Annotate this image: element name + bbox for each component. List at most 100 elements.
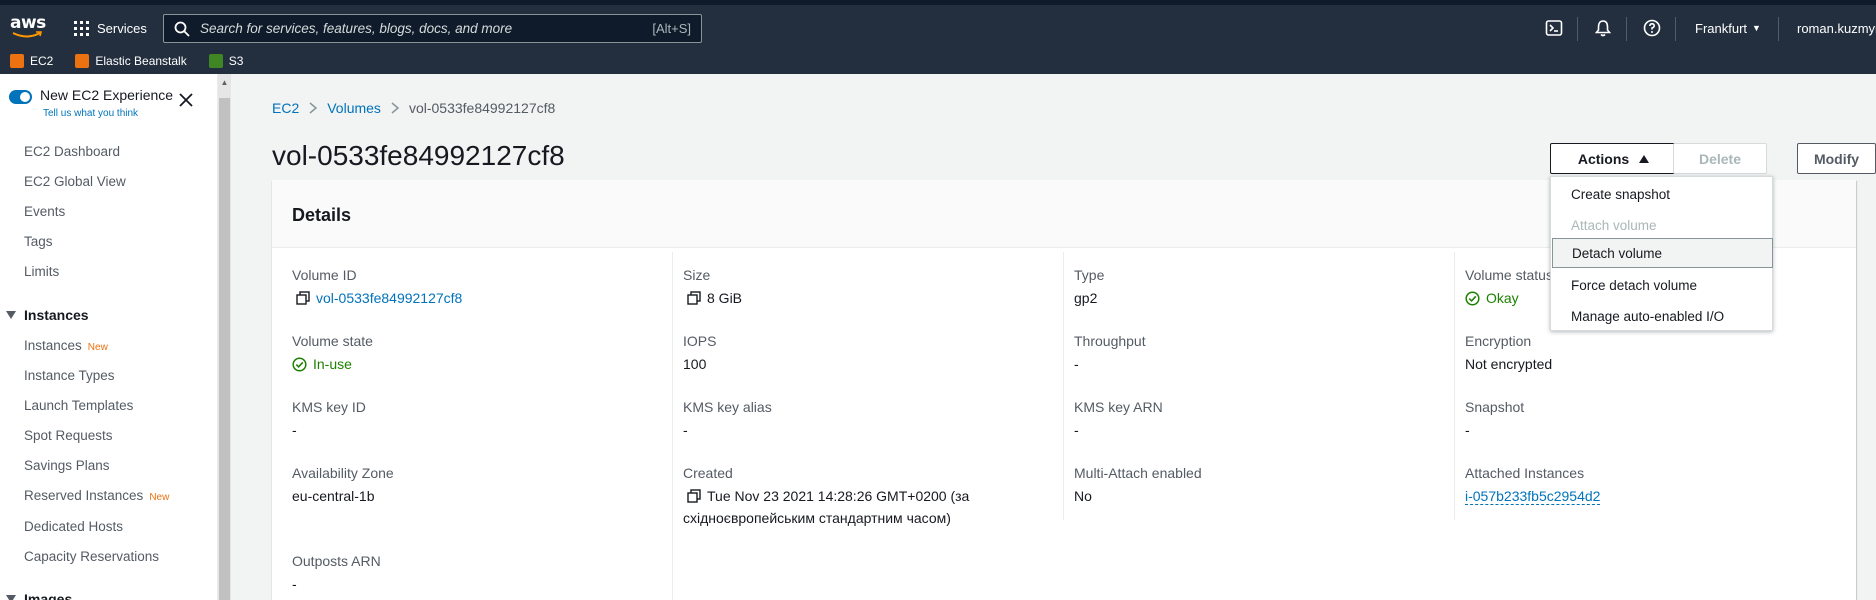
created-value: Tue Nov 23 2021 14:28:26 GMT+0200 (за [687,488,969,504]
search-shortcut: [Alt+S] [652,21,691,36]
sidebar-item-instance-types[interactable]: Instance Types [24,368,115,383]
search-box[interactable]: [Alt+S] [163,14,702,43]
sidebar-item-launch-templates[interactable]: Launch Templates [24,398,133,413]
snapshot-label: Snapshot [1465,399,1525,415]
volume-state-label: Volume state [292,333,373,349]
created-text: Tue Nov 23 2021 14:28:26 GMT+0200 (за [707,488,970,504]
sidebar-item-ec2-dashboard[interactable]: EC2 Dashboard [24,144,120,159]
copy-icon[interactable] [296,291,310,305]
region-selector[interactable]: Frankfurt ▼ [1695,17,1761,39]
sidebar-section-instances[interactable]: Instances [6,307,89,323]
az-value: eu-central-1b [292,488,375,504]
volume-status-value: Okay [1465,290,1519,306]
sidebar-item-label: Instances [24,338,82,353]
sidebar-item-dedicated-hosts[interactable]: Dedicated Hosts [24,519,123,534]
size-label: Size [683,267,711,283]
breadcrumb-current: vol-0533fe84992127cf8 [408,100,556,116]
check-circle-icon [1465,290,1480,306]
delete-button[interactable]: Delete [1673,143,1767,174]
new-experience-toggle[interactable] [9,90,32,104]
type-value: gp2 [1074,290,1098,306]
bell-icon[interactable] [1594,19,1612,37]
actions-button[interactable]: Actions [1550,143,1677,174]
favorite-label: Elastic Beanstalk [95,54,187,68]
sidebar-item-events[interactable]: Events [24,204,65,219]
kms-key-id-value: - [292,422,297,438]
size-text: 8 GiB [707,290,743,306]
menu-item-detach-volume[interactable]: Detach volume [1552,238,1773,268]
breadcrumb-ec2[interactable]: EC2 [272,100,299,116]
services-label: Services [97,20,147,36]
menu-item-attach-volume[interactable]: Attach volume [1551,210,1774,240]
modify-button[interactable]: Modify [1797,143,1876,174]
kms-key-id-label: KMS key ID [292,399,366,415]
sidebar-item-tags[interactable]: Tags [24,234,53,249]
volume-id-value[interactable]: vol-0533fe84992127cf8 [296,290,462,306]
help-icon[interactable] [1643,19,1661,37]
ec2-icon [10,54,24,68]
multi-attach-value: No [1074,488,1092,504]
attached-instances-value[interactable]: i-057b233fb5c2954d2 [1465,488,1601,505]
aws-logo[interactable]: aws [10,13,48,43]
favorite-label: S3 [228,54,244,68]
section-label: Instances [24,307,89,323]
encryption-value: Not encrypted [1465,356,1553,372]
kms-key-arn-value: - [1074,422,1079,438]
new-badge: New [87,342,108,353]
region-label: Frankfurt [1695,20,1748,36]
sidebar-item-limits[interactable]: Limits [24,264,59,279]
divider [1577,17,1578,41]
services-button[interactable]: Services [74,17,147,39]
kms-key-alias-value: - [683,422,688,438]
actions-label: Actions [1577,150,1630,167]
scrollbar-thumb[interactable] [219,98,230,600]
volume-id-label: Volume ID [292,267,357,283]
account-menu[interactable]: roman.kuzmyn [1797,17,1876,39]
close-icon[interactable] [178,92,194,108]
favorite-s3[interactable]: S3 [208,54,244,68]
column-divider [672,252,673,600]
volume-status-label: Volume status [1465,267,1553,283]
cloudshell-icon[interactable] [1545,19,1563,37]
caret-down-icon: ▼ [1752,23,1761,33]
sidebar-item-savings-plans[interactable]: Savings Plans [24,458,110,473]
throughput-label: Throughput [1074,333,1146,349]
kms-key-arn-label: KMS key ARN [1074,399,1163,415]
sidebar-section-images[interactable]: Images [6,591,72,600]
feedback-link[interactable]: Tell us what you think [43,108,138,119]
sidebar-item-capacity-reservations[interactable]: Capacity Reservations [24,549,159,564]
favorite-label: EC2 [30,54,54,68]
chevron-right-icon [309,102,318,114]
copy-icon[interactable] [687,489,701,503]
sidebar-item-instances[interactable]: Instances New [24,338,108,353]
volume-status-text: Okay [1486,290,1519,306]
search-input[interactable] [200,21,653,36]
column-divider [1454,252,1455,520]
type-label: Type [1074,267,1105,283]
volume-state-value: In-use [292,356,352,372]
menu-item-force-detach-volume[interactable]: Force detach volume [1551,270,1774,300]
copy-icon[interactable] [687,291,701,305]
menu-item-create-snapshot[interactable]: Create snapshot [1551,179,1774,209]
favorite-ec2[interactable]: EC2 [10,54,53,68]
chevron-right-icon [391,102,399,114]
attached-instance-link[interactable]: i-057b233fb5c2954d2 [1465,488,1601,505]
breadcrumb-volumes[interactable]: Volumes [327,100,381,116]
section-label: Images [24,591,73,600]
sidebar-item-ec2-global-view[interactable]: EC2 Global View [24,174,126,189]
sidebar-item-reserved-instances[interactable]: Reserved Instances New [24,488,169,503]
divider [1626,17,1627,41]
sidebar-item-spot-requests[interactable]: Spot Requests [24,428,113,443]
search-icon [174,21,190,37]
throughput-value: - [1074,356,1079,372]
favorite-elastic-beanstalk[interactable]: Elastic Beanstalk [75,54,187,68]
volume-state-text: In-use [313,356,352,372]
sidebar: New EC2 Experience Tell us what you thin… [0,74,218,600]
encryption-label: Encryption [1465,333,1532,349]
smile-icon [12,31,42,38]
volume-id-link[interactable]: vol-0533fe84992127cf8 [316,290,462,306]
menu-item-manage-auto-enabled-io[interactable]: Manage auto-enabled I/O [1551,301,1774,331]
caret-down-icon [6,595,16,600]
created-value-line2: східноєвропейським стандартним часом) [683,510,951,526]
scroll-up-arrow-icon[interactable]: ▲ [219,78,230,88]
